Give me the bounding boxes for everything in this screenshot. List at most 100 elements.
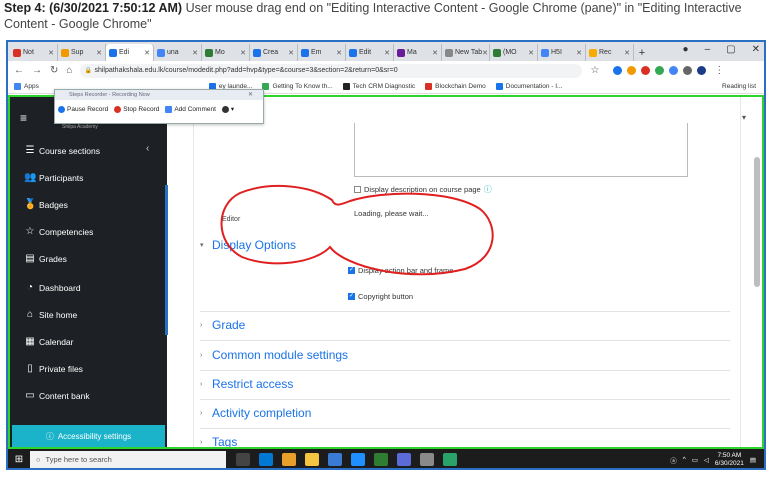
notifications-icon[interactable]: ▤ [750, 456, 756, 464]
minimize-icon[interactable]: – [705, 44, 711, 55]
sidebar-item-competencies[interactable]: ☆ Competencies [24, 226, 94, 237]
home-icon[interactable]: ⌂ [66, 65, 72, 76]
add-comment-button[interactable]: Add Comment [165, 105, 216, 113]
bookmark-item[interactable]: Getting To Know th... [262, 83, 333, 90]
extension-icon[interactable] [669, 66, 679, 75]
sidebar-item-badges[interactable]: 🏅 Badges [24, 199, 68, 210]
tab-close-icon[interactable]: ✕ [144, 49, 150, 57]
outlook-icon[interactable] [259, 453, 273, 466]
copyright-checkbox[interactable] [348, 292, 355, 300]
windows-start-icon[interactable]: ⊞ [8, 449, 30, 468]
close-window-icon[interactable]: ✕ [752, 44, 760, 55]
user-menu-chevron-icon[interactable]: ▾ [742, 113, 746, 122]
sidebar-item-course-sections[interactable]: ☰ Course sections [24, 145, 100, 156]
tab-close-icon[interactable]: ✕ [576, 49, 582, 57]
browser-tab[interactable]: Sup ✕ [58, 44, 106, 61]
tab-close-icon[interactable]: ✕ [624, 49, 630, 57]
app-icon[interactable] [397, 453, 411, 466]
reading-list[interactable]: Reading list [722, 83, 764, 90]
sidebar-item-dashboard[interactable]: ◔ Dashboard [24, 282, 81, 293]
tab-close-icon[interactable]: ✕ [528, 49, 534, 57]
volume-icon[interactable]: ◁ [704, 456, 709, 464]
browser-tab[interactable]: una ✕ [154, 44, 202, 61]
browser-tab[interactable]: H5I ✕ [538, 44, 586, 61]
tray-chevron-icon[interactable]: ^ [683, 456, 686, 463]
extension-icon[interactable] [655, 66, 665, 75]
task-view-icon[interactable] [236, 453, 250, 466]
forward-icon[interactable]: → [32, 65, 42, 76]
bookmark-item[interactable]: Documentation - I... [495, 83, 562, 90]
file-explorer-icon[interactable] [305, 453, 319, 466]
help-circle-icon[interactable]: ⓘ [484, 184, 492, 195]
action-bar-checkbox[interactable] [348, 266, 355, 274]
bookmark-item[interactable]: Blockchain Demo [425, 83, 486, 90]
tab-close-icon[interactable]: ✕ [192, 49, 198, 57]
tab-close-icon[interactable]: ✕ [240, 49, 246, 57]
tab-close-icon[interactable]: ✕ [96, 49, 102, 57]
sidebar-item-participants[interactable]: 👥 Participants [24, 172, 83, 183]
profile-icon[interactable]: ● [683, 44, 689, 55]
taskbar-search[interactable]: ○ Type here to search [30, 451, 226, 468]
sidebar-item-grades[interactable]: ▤ Grades [24, 253, 67, 264]
browser-tab[interactable]: Edi ✕ [106, 44, 154, 61]
tab-close-icon[interactable]: ✕ [48, 49, 54, 57]
extension-icon[interactable] [613, 66, 623, 75]
excel-icon[interactable] [374, 453, 388, 466]
page-scrollbar[interactable] [754, 157, 760, 287]
display-description-checkbox[interactable] [354, 186, 361, 193]
bookmark-item[interactable]: Apps [14, 83, 39, 90]
maximize-icon[interactable]: ▢ [726, 44, 735, 55]
people-icon[interactable]: ⓐ [670, 455, 677, 465]
browser-tab[interactable]: New Tab ✕ [442, 44, 490, 61]
help-button[interactable]: ▾ [221, 105, 234, 113]
bookmark-star-icon[interactable]: ☆ [590, 65, 599, 76]
extension-icon[interactable] [641, 66, 651, 75]
sidebar-item-site-home[interactable]: ⌂ Site home [24, 309, 77, 320]
store-icon[interactable] [328, 453, 342, 466]
browser-tab[interactable]: Em ✕ [298, 44, 346, 61]
stop-record-button[interactable]: Stop Record [114, 105, 159, 113]
chrome-icon[interactable] [282, 453, 296, 466]
browser-tab[interactable]: Ma ✕ [394, 44, 442, 61]
tab-close-icon[interactable]: ✕ [384, 49, 390, 57]
menu-kebab-icon[interactable]: ⋮ [714, 65, 724, 76]
back-icon[interactable]: ← [14, 65, 24, 76]
tab-close-icon[interactable]: ✕ [482, 49, 488, 57]
metamask-icon[interactable] [627, 66, 637, 75]
browser-tab[interactable]: Mo ✕ [202, 44, 250, 61]
accessibility-settings-button[interactable]: ⓘ Accessibility settings [12, 425, 165, 447]
description-textarea[interactable] [354, 123, 688, 177]
section-restrict-access[interactable]: › Restrict access [200, 377, 293, 391]
edge-icon[interactable] [351, 453, 365, 466]
puzzle-icon[interactable] [683, 66, 693, 75]
collapse-chevron-icon[interactable]: ‹ [146, 143, 149, 154]
browser-tab[interactable]: Rec ✕ [586, 44, 634, 61]
url-bar[interactable]: shilpathakshala.edu.lk/course/modedit.ph… [80, 63, 583, 78]
browser-tab[interactable]: Not ✕ [10, 44, 58, 61]
browser-tab[interactable]: (MO ✕ [490, 44, 538, 61]
sidebar-item-content-bank[interactable]: ▭ Content bank [24, 390, 89, 401]
reload-icon[interactable]: ↻ [50, 65, 58, 76]
new-tab-button[interactable]: + [634, 44, 650, 61]
tab-favicon-icon [493, 48, 501, 57]
section-grade[interactable]: › Grade [200, 318, 245, 332]
section-common-module-settings[interactable]: › Common module settings [200, 348, 348, 362]
app-icon[interactable] [443, 453, 457, 466]
sidebar-item-calendar[interactable]: ▦ Calendar [24, 336, 73, 347]
tab-close-icon[interactable]: ✕ [432, 49, 438, 57]
tab-close-icon[interactable]: ✕ [336, 49, 342, 57]
section-display-options[interactable]: ▾ Display Options [200, 238, 296, 252]
app-icon[interactable] [420, 453, 434, 466]
section-activity-completion[interactable]: › Activity completion [200, 406, 311, 420]
bookmark-item[interactable]: Tech CRM Diagnostic [342, 83, 415, 90]
pause-record-button[interactable]: Pause Record [58, 105, 108, 113]
section-tags[interactable]: › Tags [200, 435, 237, 447]
tab-close-icon[interactable]: ✕ [288, 49, 294, 57]
taskbar-clock[interactable]: 7:50 AM 6/30/2021 [715, 452, 744, 468]
profile-avatar-icon[interactable] [697, 66, 707, 75]
hamburger-icon[interactable]: ≡ [20, 111, 27, 125]
browser-tab[interactable]: Crea ✕ [250, 44, 298, 61]
network-icon[interactable]: ▭ [692, 456, 698, 464]
sidebar-item-private-files[interactable]: ▯ Private files [24, 363, 83, 374]
browser-tab[interactable]: Edit ✕ [346, 44, 394, 61]
